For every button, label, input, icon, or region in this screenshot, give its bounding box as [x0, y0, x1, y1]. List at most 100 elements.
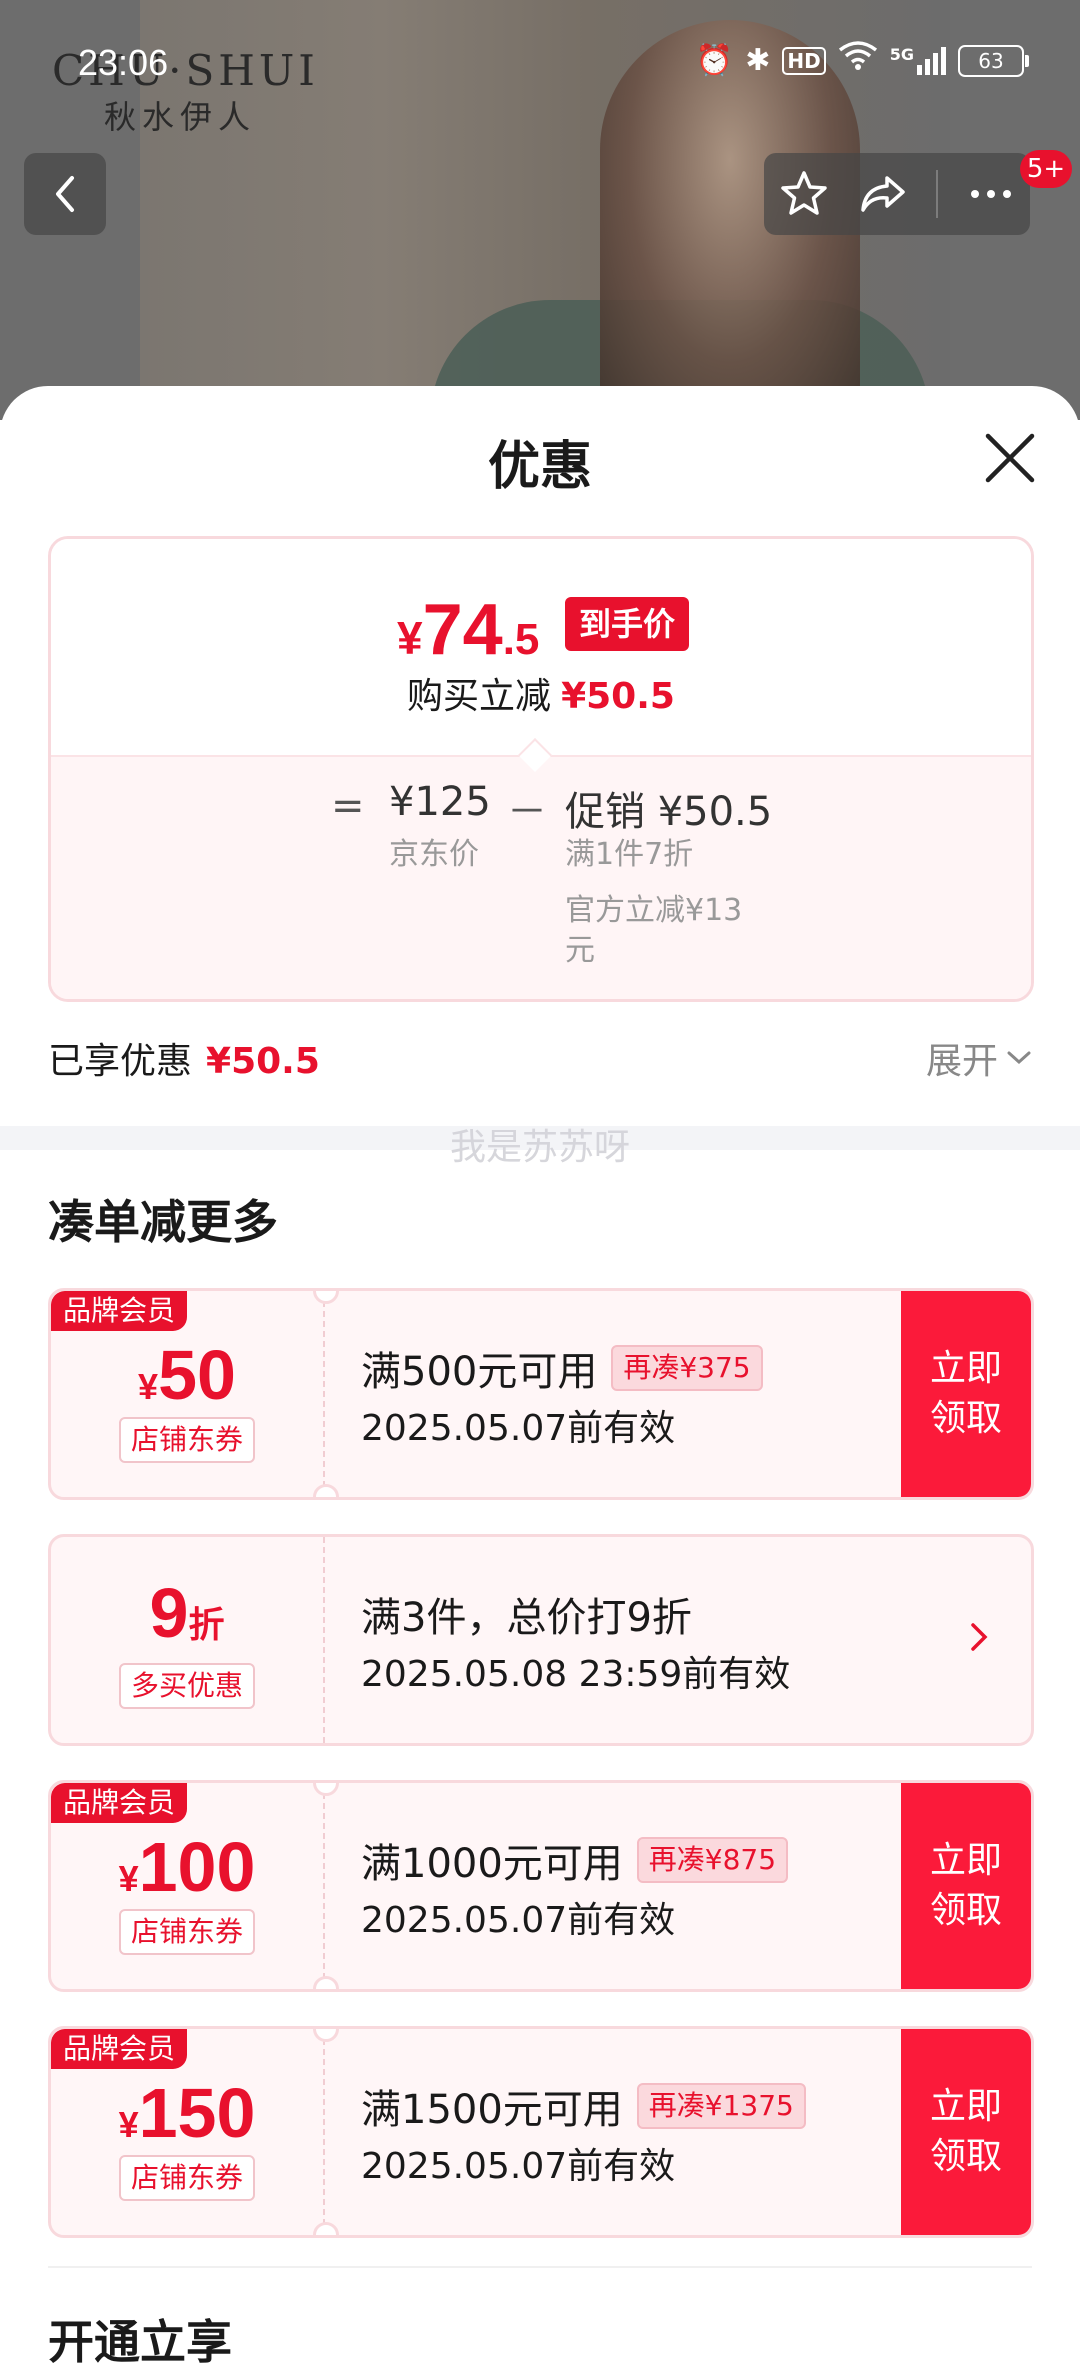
- reduce-value: ¥50.5: [561, 676, 675, 717]
- coupon-amount: ¥100: [51, 1827, 323, 1907]
- close-icon[interactable]: [980, 428, 1040, 488]
- coupon-card[interactable]: 品牌会员 ¥100 店铺东券 满1000元可用 再凑¥875 2025.05.0…: [48, 1780, 1034, 1992]
- coupon-value: 50: [158, 1336, 236, 1414]
- share-icon[interactable]: [857, 168, 909, 220]
- coupon-type: 店铺东券: [119, 2155, 256, 2201]
- cart-badge: 5+: [1020, 150, 1072, 188]
- sheet-title: 优惠: [487, 437, 592, 497]
- brand-member-tag: 品牌会员: [51, 2029, 188, 2069]
- hd-icon: HD: [782, 46, 826, 75]
- coupon-condition-row: 满500元可用 再凑¥375: [361, 1339, 763, 1397]
- section-divider-line: [48, 2266, 1032, 2268]
- watermark: 我是苏苏呀: [449, 1127, 630, 1168]
- coupon-validity: 2025.05.07前有效: [361, 2146, 676, 2187]
- coupon-value: 100: [138, 1828, 256, 1906]
- back-icon: [56, 176, 74, 212]
- coupon-unit: 折: [188, 1604, 225, 1645]
- status-icons: ⏰ ✱ HD 5G 63: [695, 40, 1029, 81]
- coupon-condition: 满1000元可用: [361, 1841, 623, 1887]
- brand-logo-cn: 秋水伊人: [104, 98, 257, 136]
- coupon-value: 150: [138, 2074, 256, 2152]
- nav-actions: [764, 153, 1030, 235]
- promotion-sheet: 优惠 ¥74.5 到手价 购买立减 ¥50.5 = ¥125 京东价 － 促销 ¥…: [0, 386, 1080, 2376]
- claim-label: 立即领取: [929, 1348, 1002, 1439]
- equals-sign: =: [331, 783, 365, 829]
- brand-member-tag: 品牌会员: [51, 1783, 188, 1823]
- status-time: 23:06: [78, 42, 169, 83]
- star-icon[interactable]: [778, 168, 830, 220]
- chevron-down-icon: [1007, 1051, 1031, 1065]
- section-title-coupons: 凑单减更多: [48, 1195, 278, 1249]
- coupon-type: 店铺东券: [119, 1909, 256, 1955]
- coupon-value: 9: [149, 1574, 189, 1652]
- coupon-condition-row: 满3件，总价打9折: [361, 1585, 692, 1643]
- coupon-condition: 满1500元可用: [361, 2087, 623, 2133]
- enjoyed-discount: 已享优惠 ¥50.5: [48, 1032, 320, 1084]
- claim-button[interactable]: 立即领取: [901, 1291, 1031, 1497]
- coupon-card[interactable]: 品牌会员 ¥150 店铺东券 满1500元可用 再凑¥1375 2025.05.…: [48, 2026, 1034, 2238]
- jd-price: ¥125: [389, 779, 491, 825]
- reduce-label: 购买立减: [407, 676, 552, 717]
- coupon-cut: [313, 1484, 339, 1497]
- back-button[interactable]: [24, 153, 106, 235]
- coupon-condition: 满3件，总价打9折: [361, 1595, 692, 1641]
- coupon-value-area: 9折 多买优惠: [51, 1537, 325, 1743]
- coupon-value-area: 品牌会员 ¥50 店铺东券: [51, 1291, 325, 1497]
- coupon-value-area: 品牌会员 ¥150 店铺东券: [51, 2029, 325, 2235]
- promo-detail-1: 满1件7折: [565, 837, 694, 872]
- coupon-condition-row: 满1500元可用 再凑¥1375: [361, 2077, 806, 2135]
- coupon-amount: 9折: [51, 1573, 323, 1653]
- coupon-cut: [313, 2222, 339, 2235]
- coupon-validity: 2025.05.07前有效: [361, 1900, 676, 1941]
- nav-separator: [935, 170, 938, 218]
- coupon-card[interactable]: 品牌会员 ¥50 店铺东券 满500元可用 再凑¥375 2025.05.07前…: [48, 1288, 1034, 1500]
- claim-button[interactable]: 立即领取: [901, 2029, 1031, 2235]
- jd-price-label: 京东价: [389, 837, 479, 872]
- bluetooth-icon: ✱: [745, 42, 771, 78]
- multi-buy-card[interactable]: 9折 多买优惠 满3件，总价打9折 2025.05.08 23:59前有效: [48, 1534, 1034, 1746]
- section-title-membership: 开通立享: [48, 2315, 232, 2369]
- claim-button[interactable]: 立即领取: [901, 1783, 1031, 1989]
- more-icon[interactable]: [965, 168, 1017, 220]
- coupon-condition: 满500元可用: [361, 1349, 598, 1395]
- signal-icon: 5G: [889, 44, 946, 75]
- expand-label: 展开: [925, 1041, 998, 1082]
- coupon-extra-needed: 再凑¥875: [636, 1837, 789, 1883]
- coupon-validity: 2025.05.07前有效: [361, 1408, 676, 1449]
- coupon-cut: [313, 1976, 339, 1989]
- final-price-tag: 到手价: [565, 597, 690, 651]
- final-price-decimal: .5: [502, 615, 540, 664]
- coupon-currency: ¥: [118, 2104, 139, 2145]
- chevron-right-icon[interactable]: [967, 1617, 991, 1657]
- minus-sign: －: [507, 789, 547, 835]
- enjoyed-value: ¥50.5: [206, 1041, 320, 1082]
- claim-label: 立即领取: [929, 1840, 1002, 1931]
- alarm-icon: ⏰: [695, 42, 734, 78]
- battery-icon: 63: [958, 44, 1029, 77]
- coupon-extra-needed: 再凑¥375: [611, 1345, 763, 1391]
- wifi-icon: [838, 40, 878, 81]
- coupon-amount: ¥150: [51, 2073, 323, 2153]
- coupon-type: 多买优惠: [119, 1663, 256, 1709]
- promo-detail-2: 官方立减¥13元: [565, 893, 743, 968]
- coupon-type: 店铺东券: [119, 1417, 256, 1463]
- coupon-value-area: 品牌会员 ¥100 店铺东券: [51, 1783, 325, 1989]
- claim-label: 立即领取: [929, 2086, 1002, 2177]
- final-price-integer: 74: [422, 590, 503, 670]
- coupon-amount: ¥50: [51, 1335, 323, 1415]
- expand-button[interactable]: 展开: [926, 1032, 1032, 1084]
- coupon-currency: ¥: [118, 1858, 139, 1899]
- network-type: 5G: [889, 44, 914, 64]
- coupon-condition-row: 满1000元可用 再凑¥875: [361, 1831, 789, 1889]
- price-summary: ¥74.5 到手价 购买立减 ¥50.5: [51, 539, 1031, 755]
- final-price-currency: ¥: [397, 612, 423, 664]
- enjoyed-label: 已享优惠: [48, 1041, 193, 1082]
- coupon-validity: 2025.05.08 23:59前有效: [361, 1654, 791, 1695]
- coupon-extra-needed: 再凑¥1375: [636, 2083, 806, 2129]
- brand-member-tag: 品牌会员: [51, 1291, 188, 1331]
- reduce-line: 购买立减 ¥50.5: [51, 667, 1031, 719]
- final-price: ¥74.5: [397, 589, 539, 671]
- coupon-currency: ¥: [138, 1366, 159, 1407]
- price-breakdown-card: ¥74.5 到手价 购买立减 ¥50.5 = ¥125 京东价 － 促销 ¥50.…: [48, 536, 1034, 1002]
- price-formula: = ¥125 京东价 － 促销 ¥50.5 满1件7折 官方立减¥13元: [51, 755, 1031, 999]
